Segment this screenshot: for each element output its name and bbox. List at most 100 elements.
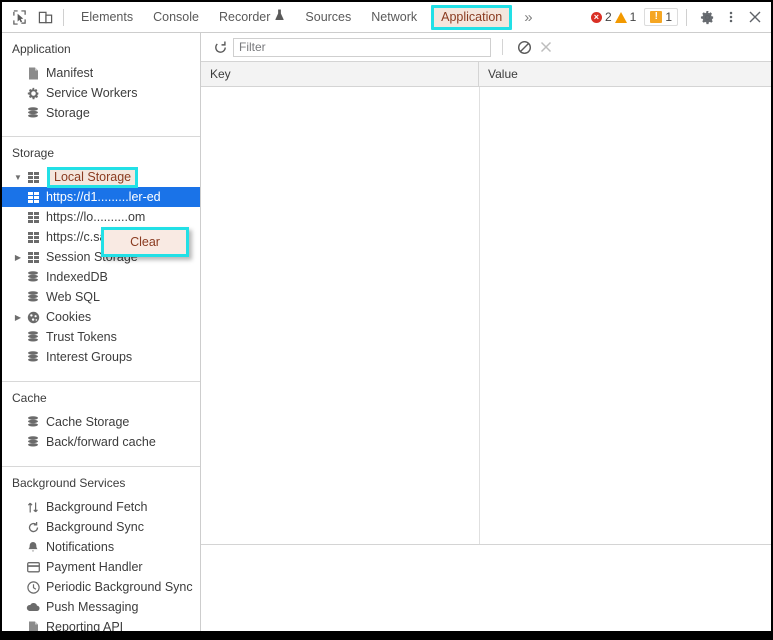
storage-grid-icon bbox=[24, 251, 42, 263]
tab-elements[interactable]: Elements bbox=[71, 6, 143, 29]
storage-grid-icon bbox=[24, 211, 42, 223]
sidebar-section-background-services-title: Background Services bbox=[12, 476, 126, 490]
sidebar-item-storage[interactable]: Storage bbox=[2, 103, 200, 123]
gear-icon bbox=[24, 87, 42, 100]
sidebar-gap-3 bbox=[2, 452, 200, 464]
device-toolbar-icon[interactable] bbox=[32, 5, 58, 29]
storage-table-key-column bbox=[201, 87, 480, 544]
database-icon bbox=[24, 435, 42, 449]
sidebar-item-storage-label: Storage bbox=[46, 106, 90, 120]
sidebar-item-indexeddb[interactable]: IndexedDB bbox=[2, 267, 200, 287]
refresh-icon[interactable] bbox=[207, 40, 233, 55]
delete-selected-icon[interactable] bbox=[535, 40, 557, 54]
database-icon bbox=[24, 330, 42, 344]
tab-network-label: Network bbox=[371, 9, 418, 24]
twisty-expanded-icon[interactable]: ▼ bbox=[12, 173, 24, 182]
sidebar-item-interest-groups[interactable]: Interest Groups bbox=[2, 347, 200, 367]
error-icon: × bbox=[590, 11, 602, 23]
sidebar-item-web-sql[interactable]: Web SQL bbox=[2, 287, 200, 307]
clear-tooltip[interactable]: Clear bbox=[101, 227, 189, 257]
sidebar-item-background-fetch[interactable]: Background Fetch bbox=[2, 497, 200, 517]
clear-tooltip-label: Clear bbox=[130, 235, 160, 249]
application-sidebar[interactable]: Application Manifest Service Workers Sto… bbox=[2, 33, 201, 631]
sidebar-gap-2 bbox=[2, 367, 200, 379]
document-icon bbox=[24, 621, 42, 631]
sidebar-item-notifications-label: Notifications bbox=[46, 540, 115, 554]
card-icon bbox=[24, 561, 42, 573]
sidebar-item-notifications[interactable]: Notifications bbox=[2, 537, 200, 557]
sidebar-item-trust-tokens-label: Trust Tokens bbox=[46, 330, 117, 344]
sidebar-item-payment-handler-label: Payment Handler bbox=[46, 560, 143, 574]
sync-icon bbox=[24, 521, 42, 534]
devtools-window: Elements Console Recorder Sources Networ… bbox=[0, 0, 773, 631]
database-icon bbox=[24, 415, 42, 429]
sidebar-item-service-workers[interactable]: Service Workers bbox=[2, 83, 200, 103]
storage-table-body[interactable] bbox=[201, 87, 771, 544]
issue-count: 1 bbox=[665, 10, 672, 24]
inspect-cursor-icon[interactable] bbox=[6, 5, 32, 29]
close-devtools-icon[interactable] bbox=[743, 5, 767, 29]
tab-sources[interactable]: Sources bbox=[295, 6, 361, 29]
issues-counter[interactable]: 1 bbox=[644, 8, 678, 26]
sidebar-item-push-messaging[interactable]: Push Messaging bbox=[2, 597, 200, 617]
twisty-collapsed-icon[interactable]: ▶ bbox=[12, 313, 24, 322]
column-header-key[interactable]: Key bbox=[201, 62, 479, 86]
error-count: 2 bbox=[604, 10, 612, 24]
cloud-icon bbox=[24, 602, 42, 612]
filter-input[interactable] bbox=[233, 37, 491, 57]
sidebar-item-web-sql-label: Web SQL bbox=[46, 290, 100, 304]
sidebar-item-service-workers-label: Service Workers bbox=[46, 86, 138, 100]
sidebar-item-interest-groups-label: Interest Groups bbox=[46, 350, 133, 364]
tab-network[interactable]: Network bbox=[361, 6, 427, 29]
arrows-updown-icon bbox=[24, 501, 42, 514]
sidebar-item-trust-tokens[interactable]: Trust Tokens bbox=[2, 327, 200, 347]
devtools-tabbar: Elements Console Recorder Sources Networ… bbox=[2, 2, 771, 33]
sidebar-item-push-messaging-label: Push Messaging bbox=[46, 600, 139, 614]
sidebar-item-origin-2[interactable]: https://lo..........om bbox=[2, 207, 200, 227]
storage-value-preview bbox=[201, 545, 771, 631]
sidebar-item-local-storage[interactable]: ▼ Local Storage bbox=[2, 166, 200, 188]
panel-tabs: Elements Console Recorder Sources Networ… bbox=[71, 4, 516, 30]
twisty-collapsed-icon[interactable]: ▶ bbox=[12, 253, 24, 262]
clear-all-icon[interactable] bbox=[513, 40, 535, 55]
storage-table-value-column bbox=[480, 87, 771, 544]
tab-sources-label: Sources bbox=[305, 9, 352, 24]
database-icon bbox=[24, 350, 42, 364]
tab-recorder[interactable]: Recorder bbox=[209, 5, 295, 29]
storage-table-header: Key Value bbox=[201, 62, 771, 87]
devtools-main: Application Manifest Service Workers Sto… bbox=[2, 33, 771, 631]
warning-count: 1 bbox=[629, 10, 637, 24]
error-warning-counter[interactable]: × 2 1 bbox=[586, 9, 641, 25]
sidebar-item-cache-storage-label: Cache Storage bbox=[46, 415, 130, 429]
window-bottom-edge bbox=[0, 631, 773, 640]
tab-console[interactable]: Console bbox=[143, 6, 209, 29]
sidebar-item-periodic-background-sync[interactable]: Periodic Background Sync bbox=[2, 577, 200, 597]
database-icon bbox=[24, 270, 42, 284]
sidebar-item-origin-1[interactable]: https://d1.........ler-ed bbox=[2, 187, 200, 207]
sidebar-item-payment-handler[interactable]: Payment Handler bbox=[2, 557, 200, 577]
sidebar-item-manifest[interactable]: Manifest bbox=[2, 63, 200, 83]
warning-icon bbox=[614, 11, 627, 23]
sidebar-section-storage-title: Storage bbox=[12, 146, 55, 160]
clock-icon bbox=[24, 580, 42, 594]
sidebar-section-cache-title: Cache bbox=[12, 391, 47, 405]
sidebar-item-origin-2-label: https://lo..........om bbox=[46, 210, 146, 224]
tab-application-label: Application bbox=[441, 9, 503, 24]
tab-application[interactable]: Application bbox=[431, 4, 513, 30]
toolbar-divider bbox=[63, 8, 64, 26]
sidebar-item-reporting-api[interactable]: Reporting API bbox=[2, 617, 200, 631]
sidebar-item-cache-storage[interactable]: Cache Storage bbox=[2, 412, 200, 432]
sidebar-item-local-storage-label: Local Storage bbox=[47, 166, 139, 188]
issue-icon bbox=[650, 10, 663, 23]
bell-icon bbox=[24, 541, 42, 554]
sidebar-item-periodic-background-sync-label: Periodic Background Sync bbox=[46, 580, 193, 594]
sidebar-item-back-forward-cache[interactable]: Back/forward cache bbox=[2, 432, 200, 452]
gear-icon[interactable] bbox=[695, 5, 719, 29]
sidebar-item-background-sync[interactable]: Background Sync bbox=[2, 517, 200, 537]
kebab-menu-icon[interactable] bbox=[719, 5, 743, 29]
database-icon bbox=[24, 290, 42, 304]
database-icon bbox=[24, 106, 42, 120]
column-header-value[interactable]: Value bbox=[479, 62, 771, 86]
more-tabs-chevron-icon[interactable]: » bbox=[516, 9, 540, 26]
sidebar-item-cookies[interactable]: ▶ Cookies bbox=[2, 307, 200, 327]
